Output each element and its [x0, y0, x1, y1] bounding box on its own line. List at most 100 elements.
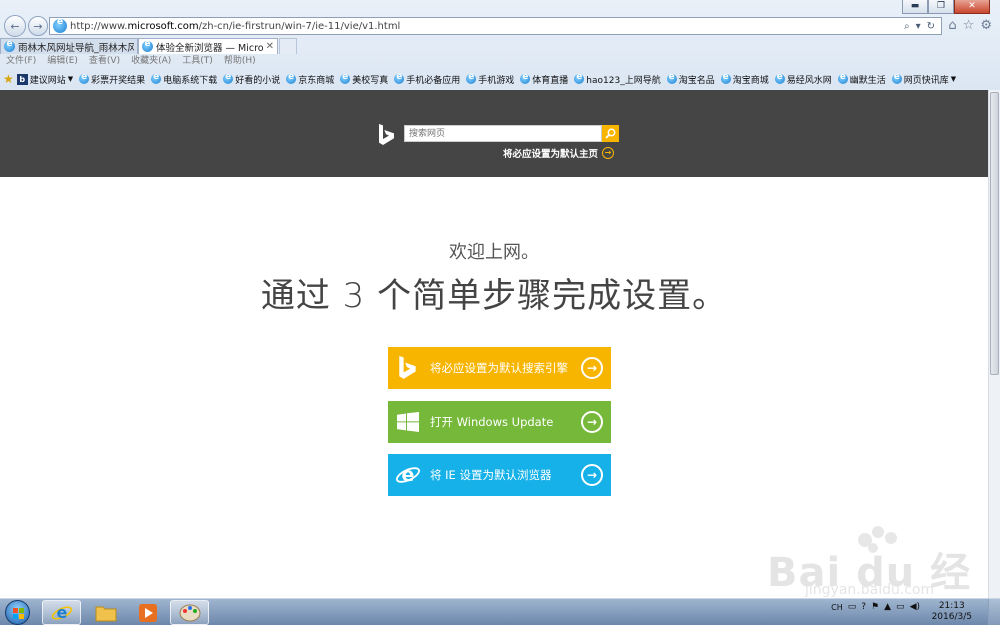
open-windows-update-button[interactable]: 打开 Windows Update →: [388, 401, 611, 443]
new-tab-button[interactable]: [279, 38, 297, 54]
ie-page-icon: [774, 72, 785, 84]
bing-search-band: 将必应设置为默认主页 →: [0, 90, 988, 177]
arrow-circle-icon: →: [581, 411, 603, 433]
bing-logo-icon: [379, 124, 394, 145]
fav-item[interactable]: 彩票开奖结果: [79, 72, 145, 86]
bing-search-input-wrap: [404, 125, 602, 142]
ie-page-icon: [151, 72, 162, 84]
menu-file[interactable]: 文件(F): [6, 55, 36, 68]
ie-page-icon: [520, 72, 531, 84]
fav-item[interactable]: 易经风水网: [774, 72, 832, 86]
clock[interactable]: 21:13 2016/3/5: [932, 601, 972, 623]
bing-icon: b: [16, 73, 28, 85]
search-icon[interactable]: ⌕: [904, 21, 910, 32]
fav-item[interactable]: hao123_上网导航: [574, 72, 661, 86]
ie-page-icon: [720, 72, 731, 84]
ie-page-icon: [466, 72, 477, 84]
menu-edit[interactable]: 编辑(E): [47, 55, 78, 68]
language-indicator[interactable]: CH: [831, 603, 843, 612]
help-icon[interactable]: ?: [861, 602, 866, 612]
system-tray: CH ▭ ? ⚑ ▲ ▭ ◀): [831, 602, 920, 612]
tab-close-icon[interactable]: ✕: [266, 41, 274, 52]
navigation-row: ← → http://www.microsoft.com/zh-cn/ie-fi…: [0, 14, 1000, 38]
arrow-circle-icon: →: [602, 147, 615, 159]
fav-item[interactable]: 淘宝名品: [666, 72, 715, 86]
fav-item[interactable]: 幽默生活: [837, 72, 886, 86]
ie-page-icon: [53, 17, 67, 33]
fav-item[interactable]: 手机必备应用: [394, 72, 460, 86]
forward-button[interactable]: →: [28, 16, 48, 36]
tab-yulin-nav[interactable]: 雨林木风网址导航_雨林木风_...: [0, 38, 138, 54]
bing-logo-icon: [388, 347, 428, 389]
fav-item[interactable]: 美校写真: [340, 72, 388, 86]
taskbar-ie-button[interactable]: e: [42, 600, 81, 625]
fav-item[interactable]: 淘宝商城: [720, 72, 769, 86]
address-dropdown-icon[interactable]: ▾: [916, 21, 921, 32]
fav-item[interactable]: b 建议网站 ▼: [16, 73, 73, 86]
fav-item[interactable]: 网页快讯库▼: [891, 72, 956, 86]
home-icon[interactable]: ⌂: [948, 18, 956, 33]
keyboard-icon[interactable]: ▭: [848, 602, 857, 612]
set-ie-default-browser-button[interactable]: e 将 IE 设置为默认浏览器 →: [388, 454, 611, 496]
ie-logo-icon: e: [51, 603, 72, 622]
restore-button[interactable]: ❐: [928, 0, 954, 14]
menu-view[interactable]: 查看(V): [89, 55, 120, 68]
svg-text:e: e: [56, 603, 67, 622]
taskbar-media-player-button[interactable]: [128, 600, 167, 625]
start-button[interactable]: [5, 600, 30, 625]
bing-search-button[interactable]: [602, 125, 619, 142]
flag-icon[interactable]: ⚑: [871, 602, 879, 612]
step-label: 打开 Windows Update: [430, 415, 554, 429]
menu-tools[interactable]: 工具(T): [182, 55, 213, 68]
ie-page-icon: [837, 72, 848, 84]
set-bing-homepage-link[interactable]: 将必应设置为默认主页 →: [503, 146, 615, 160]
menu-help[interactable]: 帮助(H): [224, 55, 256, 68]
fav-item[interactable]: 手机游戏: [466, 72, 514, 86]
arrow-circle-icon: →: [581, 357, 603, 379]
favorites-bar: ★ b建议网站▼ 彩票开奖结果 电脑系统下载 好看的小说 京东商城 美校写真 手…: [0, 70, 1000, 88]
favorites-add-star-icon[interactable]: ★: [3, 72, 14, 86]
browser-chrome: ▬ ❐ ✕ ← → http://www.microsoft.com/zh-cn…: [0, 0, 1000, 90]
settings-gear-icon[interactable]: ⚙: [980, 18, 992, 33]
windows-logo-icon: [388, 401, 428, 443]
vertical-scrollbar[interactable]: [988, 90, 1000, 598]
back-button[interactable]: ←: [4, 15, 26, 37]
bing-search-input[interactable]: [405, 126, 601, 142]
fav-item[interactable]: 好看的小说: [223, 72, 280, 86]
taskbar-paint-button[interactable]: [170, 600, 209, 625]
windows-logo-icon: [13, 608, 24, 619]
ie-page-icon: [79, 72, 90, 84]
ie-page-icon: [891, 72, 902, 84]
minimize-button[interactable]: ▬: [902, 0, 928, 14]
fav-item[interactable]: 京东商城: [286, 72, 334, 86]
ie-page-icon: [340, 72, 351, 84]
step-label: 将必应设置为默认搜索引擎: [430, 361, 568, 375]
refresh-icon[interactable]: ↻: [927, 21, 935, 32]
tab-strip: 雨林木风网址导航_雨林木风_... 体验全新浏览器 — Micros... ✕: [0, 38, 1000, 54]
volume-icon[interactable]: ◀): [910, 602, 920, 612]
favorites-star-icon[interactable]: ☆: [963, 18, 975, 33]
search-icon: [605, 128, 616, 139]
menu-favorites[interactable]: 收藏夹(A): [131, 55, 171, 68]
ie-page-icon: [666, 72, 677, 84]
tab-microsoft-welcome[interactable]: 体验全新浏览器 — Micros... ✕: [138, 38, 278, 54]
taskbar-explorer-button[interactable]: [86, 600, 125, 625]
show-hidden-icons-icon[interactable]: ▲: [884, 602, 891, 612]
network-icon[interactable]: ▭: [896, 602, 905, 612]
address-url[interactable]: http://www.microsoft.com/zh-cn/ie-firstr…: [70, 21, 904, 32]
ie-page-icon: [574, 72, 585, 84]
show-desktop-button[interactable]: [988, 599, 1000, 625]
window-controls: ▬ ❐ ✕: [902, 0, 990, 14]
arrow-circle-icon: →: [581, 464, 603, 486]
ie-logo-icon: e: [388, 454, 428, 496]
fav-item[interactable]: 电脑系统下载: [151, 72, 217, 86]
ie-tab-icon: [4, 39, 15, 52]
set-bing-default-search-button[interactable]: 将必应设置为默认搜索引擎 →: [388, 347, 611, 389]
svg-text:e: e: [402, 464, 415, 486]
back-arrow-icon: ←: [10, 19, 20, 33]
fav-item[interactable]: 体育直播: [520, 72, 568, 86]
address-bar[interactable]: http://www.microsoft.com/zh-cn/ie-firstr…: [49, 17, 942, 35]
paint-palette-icon: [179, 604, 200, 621]
close-window-button[interactable]: ✕: [954, 0, 990, 14]
scrollbar-thumb[interactable]: [990, 92, 999, 375]
